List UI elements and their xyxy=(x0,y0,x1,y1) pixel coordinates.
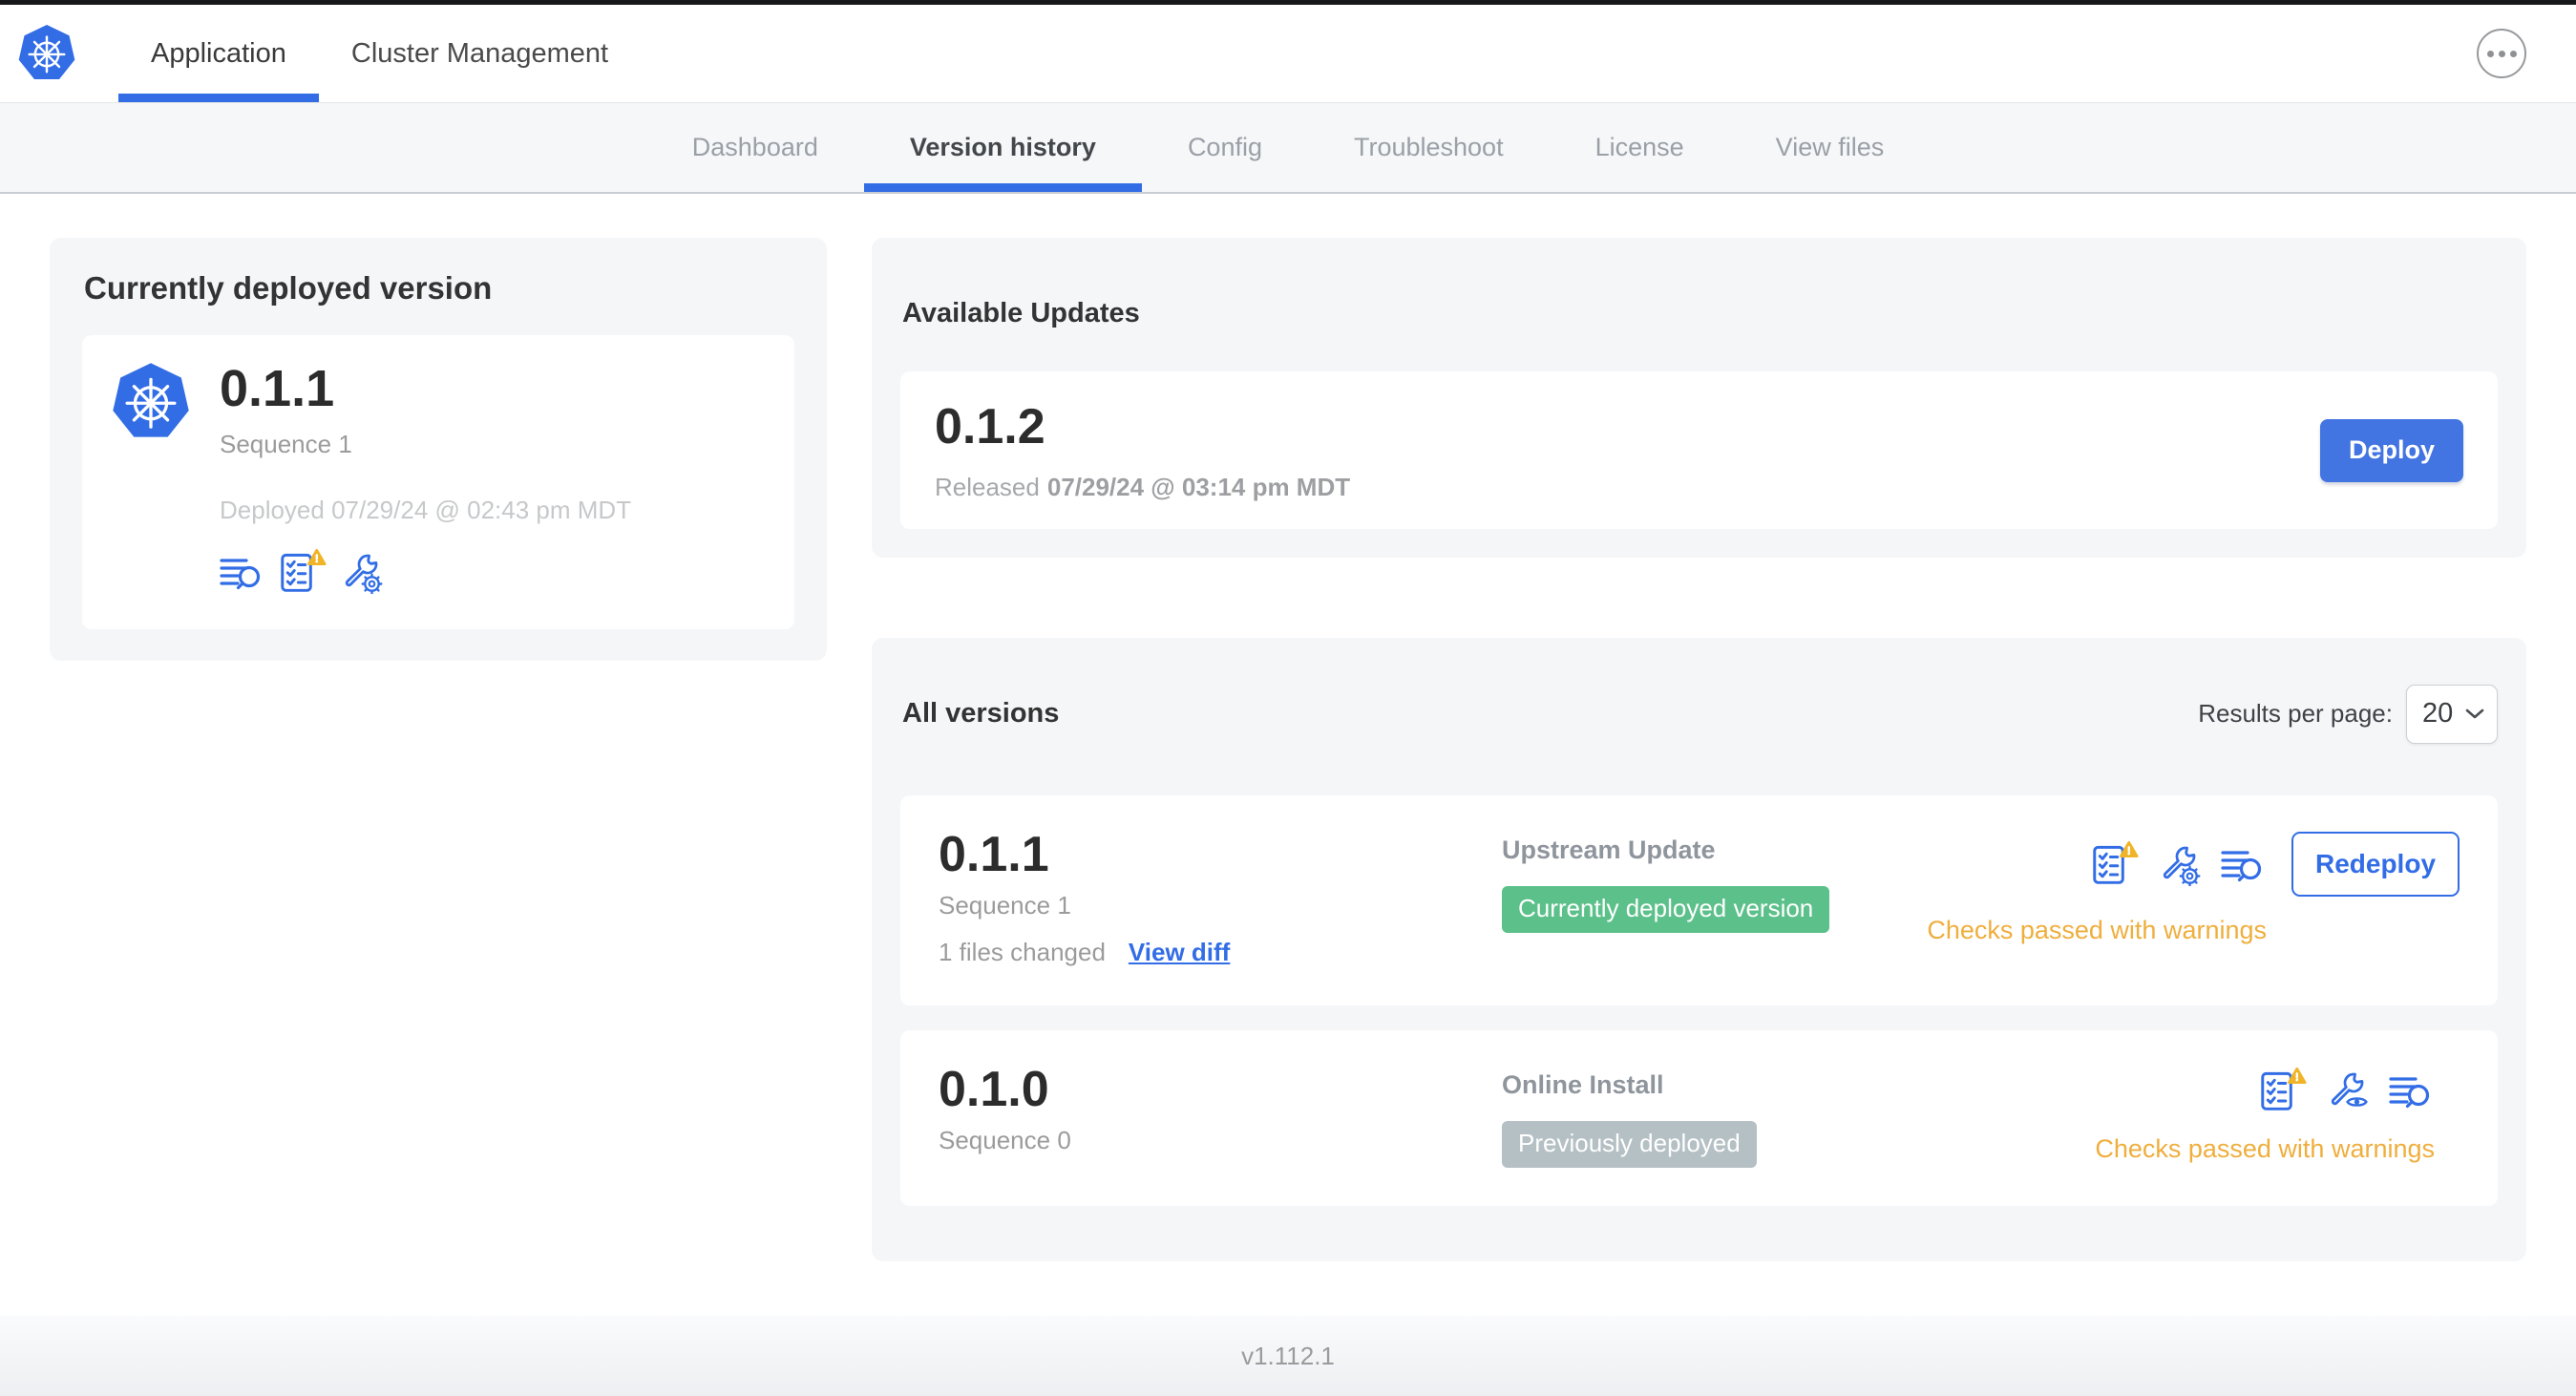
current-version-sequence: Sequence 1 xyxy=(220,429,352,458)
all-versions-title: All versions xyxy=(902,698,1060,729)
subnav-config-label: Config xyxy=(1187,133,1262,161)
checks-status-text: Checks passed with warnings xyxy=(1927,916,2267,944)
update-version-number: 0.1.2 xyxy=(935,399,1045,455)
current-version-number: 0.1.1 xyxy=(220,360,335,417)
version-row-source: Online Install Previously deployed xyxy=(1502,1065,2095,1168)
currently-deployed-card: 0.1.1 Sequence 1 Deployed 07/29/24 @ 02:… xyxy=(82,335,794,629)
version-row-source: Upstream Update Currently deployed versi… xyxy=(1502,830,1927,933)
row-sequence: Sequence 0 xyxy=(939,1126,1071,1154)
current-version-actions xyxy=(220,548,631,597)
subnav-item-troubleshoot[interactable]: Troubleshoot xyxy=(1308,103,1550,192)
available-updates-panel: Available Updates 0.1.2 Released 07/29/24… xyxy=(872,238,2526,558)
available-update-info: 0.1.2 Released 07/29/24 @ 03:14 pm MDT xyxy=(935,398,1350,502)
version-row: 0.1.1 Sequence 1 1 files changed View di… xyxy=(900,795,2498,1005)
kubernetes-logo-icon xyxy=(17,24,76,83)
main-content: Currently deployed version 0.1.1 Sequenc… xyxy=(0,194,2576,1261)
row-source-label: Upstream Update xyxy=(1502,835,1716,864)
subnav-version-history-label: Version history xyxy=(909,133,1096,161)
active-tab-underline xyxy=(118,94,319,102)
app-subnav: Dashboard Version history Config Trouble… xyxy=(0,103,2576,194)
version-row-actions: Checks passed with warnings xyxy=(2095,1065,2460,1164)
console-version-label: v1.112.1 xyxy=(1241,1341,1335,1370)
redeploy-button[interactable]: Redeploy xyxy=(2291,832,2460,897)
chevron-down-icon xyxy=(2465,709,2484,720)
subnav-item-view-files[interactable]: View files xyxy=(1730,103,1931,192)
current-version-info: 0.1.1 Sequence 1 Deployed 07/29/24 @ 02:… xyxy=(220,362,631,597)
preflight-checks-warning-icon[interactable] xyxy=(279,548,327,597)
view-diff-link[interactable]: View diff xyxy=(1129,938,1230,967)
subnav-dashboard-label: Dashboard xyxy=(691,133,818,161)
version-row-info: 0.1.1 Sequence 1 1 files changed View di… xyxy=(939,830,1502,967)
row-source-label: Online Install xyxy=(1502,1070,1664,1099)
all-versions-header: All versions Results per page: 20 xyxy=(900,670,2498,757)
subnav-view-files-label: View files xyxy=(1775,133,1885,161)
released-label: Released xyxy=(935,473,1040,501)
row-version-number: 0.1.1 xyxy=(939,827,1049,882)
results-per-page-label: Results per page: xyxy=(2198,699,2393,728)
subnav-item-version-history[interactable]: Version history xyxy=(863,103,1142,192)
row-files-changed-line: 1 files changed View diff xyxy=(939,938,1502,967)
status-badge: Previously deployed xyxy=(1502,1121,1757,1168)
tab-application-label: Application xyxy=(151,37,286,69)
header-tabs: Application Cluster Management xyxy=(118,5,641,102)
available-updates-title: Available Updates xyxy=(902,298,1140,328)
active-subnav-underline xyxy=(863,183,1142,192)
files-changed-label: 1 files changed xyxy=(939,938,1106,966)
version-row-info: 0.1.0 Sequence 0 xyxy=(939,1065,1502,1155)
right-column: Available Updates 0.1.2 Released 07/29/24… xyxy=(872,238,2526,1261)
more-menu-button[interactable] xyxy=(2477,29,2526,78)
status-badge: Currently deployed version xyxy=(1502,886,1830,933)
version-row: 0.1.0 Sequence 0 Online Install Previous… xyxy=(900,1030,2498,1206)
app-header: Application Cluster Management xyxy=(0,5,2576,103)
app-footer: v1.112.1 xyxy=(0,1316,2576,1396)
subnav-troubleshoot-label: Troubleshoot xyxy=(1353,133,1504,161)
diff-icon[interactable] xyxy=(2221,846,2267,889)
preflight-checks-warning-icon[interactable] xyxy=(2091,840,2139,889)
preflight-checks-warning-icon[interactable] xyxy=(2259,1067,2307,1115)
checks-status-text: Checks passed with warnings xyxy=(2095,1134,2435,1163)
results-per-page: Results per page: 20 xyxy=(2198,684,2498,744)
results-per-page-select[interactable]: 20 xyxy=(2406,684,2498,744)
ellipsis-icon xyxy=(2486,50,2494,57)
row-action-icons xyxy=(2091,840,2267,889)
version-row-actions: Redeploy Checks passed with warnings xyxy=(1927,830,2460,945)
results-per-page-value: 20 xyxy=(2422,698,2454,729)
released-date: 07/29/24 @ 03:14 pm MDT xyxy=(1046,473,1351,501)
subnav-item-dashboard[interactable]: Dashboard xyxy=(646,103,864,192)
edit-config-icon[interactable] xyxy=(2158,844,2202,889)
app-kubernetes-icon xyxy=(111,362,191,442)
row-sequence: Sequence 1 xyxy=(939,891,1071,920)
tab-cluster-management-label: Cluster Management xyxy=(350,37,609,69)
subnav-item-config[interactable]: Config xyxy=(1142,103,1308,192)
currently-deployed-title: Currently deployed version xyxy=(84,270,493,306)
row-action-icons xyxy=(2259,1067,2435,1115)
row-version-number: 0.1.0 xyxy=(939,1062,1049,1117)
version-history-page: { "colors": { "accent_blue": "#326de6", … xyxy=(0,0,2576,1396)
diff-icon[interactable] xyxy=(220,554,265,597)
all-versions-panel: All versions Results per page: 20 0.1.1 … xyxy=(872,638,2526,1261)
update-released-line: Released 07/29/24 @ 03:14 pm MDT xyxy=(935,473,1350,502)
current-version-deployed-timestamp: Deployed 07/29/24 @ 02:43 pm MDT xyxy=(220,495,632,524)
edit-config-icon[interactable] xyxy=(340,552,384,597)
tab-application[interactable]: Application xyxy=(118,5,319,102)
diff-icon[interactable] xyxy=(2389,1072,2435,1115)
currently-deployed-panel: Currently deployed version 0.1.1 Sequenc… xyxy=(50,238,827,661)
subnav-item-license[interactable]: License xyxy=(1550,103,1730,192)
view-config-icon[interactable] xyxy=(2326,1070,2370,1115)
subnav-license-label: License xyxy=(1594,133,1684,161)
tab-cluster-management[interactable]: Cluster Management xyxy=(319,5,641,102)
deploy-button[interactable]: Deploy xyxy=(2320,418,2463,482)
available-update-card: 0.1.2 Released 07/29/24 @ 03:14 pm MDT De… xyxy=(900,371,2498,529)
